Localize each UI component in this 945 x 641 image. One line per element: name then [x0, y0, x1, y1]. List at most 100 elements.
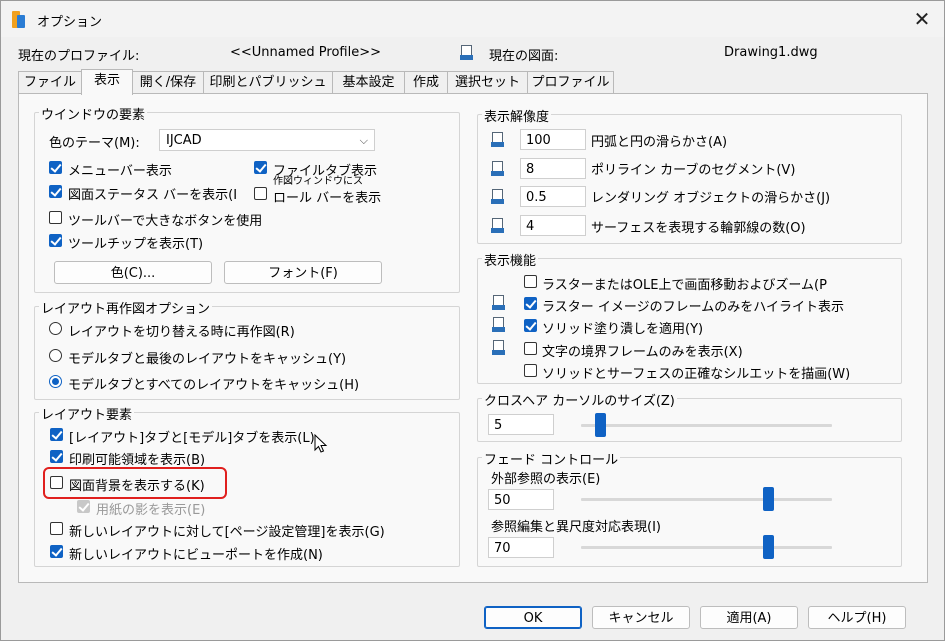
xref-fade-slider-thumb[interactable] [763, 487, 774, 511]
color-button[interactable]: 色(C)... [54, 261, 212, 284]
cache-last-layout-label: モデルタブと最後のレイアウトをキャッシュ(Y) [68, 352, 347, 367]
large-buttons-label: ツールバーで大きなボタンを使用 [68, 214, 263, 229]
arc-smoothness-input[interactable]: 100 [520, 129, 586, 150]
close-icon[interactable]: ✕ [906, 3, 938, 35]
highlight-box [43, 467, 227, 499]
crosshair-title: クロスヘア カーソルのサイズ(Z) [482, 390, 677, 409]
font-button[interactable]: フォント(F) [224, 261, 382, 284]
layout-model-tabs-checkbox[interactable] [50, 428, 63, 441]
text-boundary-frame-label: 文字の境界フレームのみを表示(X) [542, 345, 743, 360]
app-icon [12, 11, 25, 28]
tooltips-checkbox[interactable] [49, 234, 62, 247]
rendered-smoothness-input[interactable]: 0.5 [520, 186, 586, 207]
highlight-raster-frame-label: ラスター イメージのフレームのみをハイライト表示 [542, 300, 844, 315]
chevron-down-icon: ⌵ [359, 134, 368, 147]
polyline-segments-label: ポリライン カーブのセグメント(V) [591, 163, 796, 178]
large-buttons-checkbox[interactable] [49, 211, 62, 224]
drawing-saved-icon [491, 218, 504, 234]
layout-regen-title: レイアウト再作図オプション [39, 298, 213, 317]
text-boundary-frame-checkbox[interactable] [524, 342, 537, 355]
options-dialog: オプション ✕ 現在のプロファイル: <<Unnamed Profile>> 現… [0, 0, 945, 641]
tab-drafting[interactable]: 作成 [404, 71, 448, 94]
apply-solid-fill-checkbox[interactable] [524, 319, 537, 332]
mouse-cursor-icon [314, 434, 328, 453]
paper-shadow-label: 用紙の影を表示(E) [96, 503, 206, 518]
true-silhouettes-label: ソリッドとサーフェスの正確なシルエットを描画(W) [542, 367, 851, 382]
layout-model-tabs-label: [レイアウト]タブと[モデル]タブを表示(L) [69, 431, 315, 446]
tab-selection[interactable]: 選択セット [447, 71, 528, 94]
drawing-saved-icon [492, 340, 505, 356]
theme-label: 色のテーマ(M): [49, 136, 140, 151]
cache-last-layout-radio[interactable] [49, 349, 62, 362]
help-button[interactable]: ヘルプ(H) [808, 606, 906, 629]
polyline-segments-input[interactable]: 8 [520, 158, 586, 179]
printable-area-checkbox[interactable] [50, 450, 63, 463]
drawing-label: 現在の図面: [489, 49, 559, 64]
scrollbar-overlap-label: 作図ウィンドウにス [273, 176, 363, 187]
tab-display[interactable]: 表示 [81, 69, 133, 95]
cache-all-layouts-radio[interactable] [49, 375, 62, 388]
create-viewport-label: 新しいレイアウトにビューポートを作成(N) [69, 548, 323, 563]
cache-all-layouts-label: モデルタブとすべてのレイアウトをキャッシュ(H) [68, 378, 360, 393]
drawing-saved-icon [491, 132, 504, 148]
ok-button[interactable]: OK [484, 606, 582, 629]
scrollbar-label: ロール バーを表示 [273, 191, 382, 206]
file-tab-checkbox[interactable] [254, 161, 267, 174]
window-title: オプション [37, 15, 103, 30]
pan-zoom-raster-label: ラスターまたはOLE上で画面移動およびズーム(P [542, 278, 827, 293]
fade-control-title: フェード コントロール [482, 449, 621, 468]
crosshair-slider-thumb[interactable] [595, 413, 606, 437]
rendered-smoothness-label: レンダリング オブジェクトの滑らかさ(J) [591, 191, 831, 206]
status-bar-label: 図面ステータス バーを表示(I [68, 188, 238, 203]
paper-shadow-checkbox[interactable] [77, 500, 90, 513]
printable-area-label: 印刷可能領域を表示(B) [69, 453, 206, 468]
scrollbar-checkbox[interactable] [254, 187, 267, 200]
drawing-saved-icon [492, 295, 505, 311]
tab-profiles[interactable]: プロファイル [527, 71, 614, 94]
highlight-raster-frame-checkbox[interactable] [524, 297, 537, 310]
drawing-saved-icon [491, 189, 504, 205]
window-elements-title: ウインドウの要素 [39, 104, 148, 123]
tab-file[interactable]: ファイル [18, 71, 82, 94]
drawing-icon [460, 45, 473, 61]
layout-elements-title: レイアウト要素 [39, 404, 135, 423]
profile-label: 現在のプロファイル: [18, 49, 140, 64]
crosshair-size-input[interactable]: 5 [488, 414, 554, 435]
page-setup-manager-label: 新しいレイアウトに対して[ページ設定管理]を表示(G) [69, 525, 385, 540]
contour-lines-label: サーフェスを表現する輪郭線の数(O) [591, 221, 806, 236]
crosshair-slider-track[interactable] [581, 424, 832, 427]
drawing-saved-icon [491, 161, 504, 177]
create-viewport-checkbox[interactable] [50, 545, 63, 558]
true-silhouettes-checkbox[interactable] [524, 364, 537, 377]
tab-system[interactable]: 基本設定 [332, 71, 405, 94]
inplace-fade-slider-track[interactable] [581, 546, 832, 549]
apply-solid-fill-label: ソリッド塗り潰しを適用(Y) [542, 322, 704, 337]
tab-plot-publish[interactable]: 印刷とパブリッシュ [203, 71, 333, 94]
drawing-value: Drawing1.dwg [724, 45, 818, 60]
xref-fade-slider-track[interactable] [581, 498, 832, 501]
title-bar: オプション ✕ [1, 1, 944, 37]
tooltips-label: ツールチップを表示(T) [68, 237, 204, 252]
tab-open-save[interactable]: 開く/保存 [132, 71, 204, 94]
inplace-fade-slider-thumb[interactable] [763, 535, 774, 559]
regen-on-switch-radio[interactable] [49, 322, 62, 335]
cancel-button[interactable]: キャンセル [592, 606, 690, 629]
contour-lines-input[interactable]: 4 [520, 215, 586, 236]
display-resolution-title: 表示解像度 [482, 106, 552, 125]
inplace-fade-input[interactable]: 70 [488, 537, 554, 558]
theme-value: IJCAD [166, 133, 202, 148]
inplace-fade-label: 参照編集と異尺度対応表現(I) [491, 520, 661, 535]
regen-on-switch-label: レイアウトを切り替える時に再作図(R) [68, 325, 295, 340]
menubar-label: メニューバー表示 [68, 164, 172, 179]
display-performance-title: 表示機能 [482, 250, 539, 269]
status-bar-checkbox[interactable] [49, 185, 62, 198]
theme-select[interactable]: IJCAD ⌵ [159, 129, 375, 151]
pan-zoom-raster-checkbox[interactable] [524, 275, 537, 288]
page-setup-manager-checkbox[interactable] [50, 522, 63, 535]
menubar-checkbox[interactable] [49, 161, 62, 174]
profile-value: <<Unnamed Profile>> [230, 45, 381, 60]
drawing-saved-icon [492, 317, 505, 333]
apply-button[interactable]: 適用(A) [700, 606, 798, 629]
arc-smoothness-label: 円弧と円の滑らかさ(A) [591, 135, 728, 150]
xref-fade-input[interactable]: 50 [488, 489, 554, 510]
